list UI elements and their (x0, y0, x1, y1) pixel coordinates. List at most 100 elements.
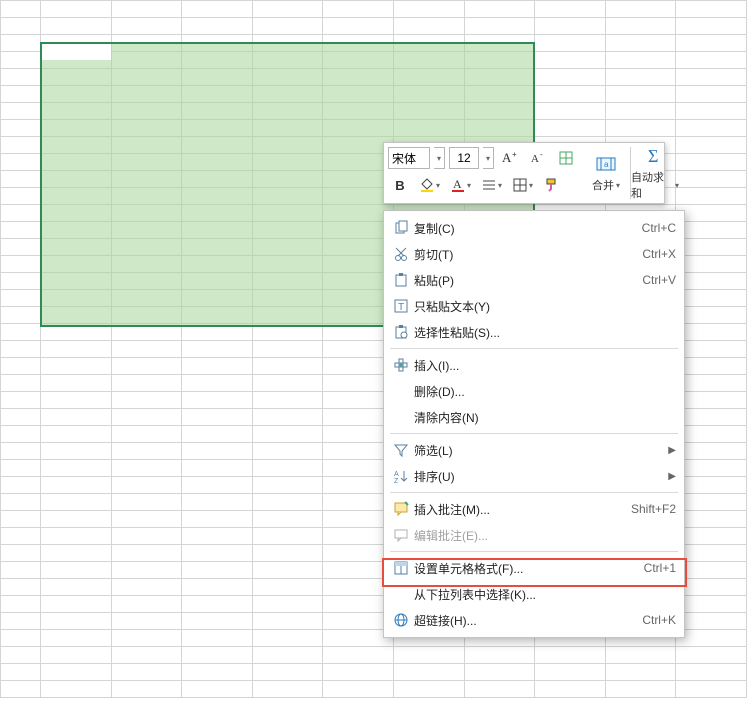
grid-cell[interactable] (41, 460, 112, 477)
grid-cell[interactable] (112, 545, 183, 562)
grid-cell[interactable] (676, 358, 747, 375)
grid-cell[interactable] (676, 35, 747, 52)
grid-cell[interactable] (606, 647, 677, 664)
grid-cell[interactable] (112, 375, 183, 392)
grid-cell[interactable] (182, 613, 253, 630)
grid-cell[interactable] (1, 307, 41, 324)
grid-cell[interactable] (676, 562, 747, 579)
grid-cell[interactable] (1, 120, 41, 137)
grid-cell[interactable] (112, 579, 183, 596)
grid-cell[interactable] (465, 1, 536, 18)
grid-cell[interactable] (112, 562, 183, 579)
fill-color-button[interactable]: ▾ (416, 173, 443, 197)
grid-cell[interactable] (1, 1, 41, 18)
grid-cell[interactable] (676, 18, 747, 35)
grid-cell[interactable] (1, 222, 41, 239)
grid-cell[interactable] (535, 103, 606, 120)
grid-cell[interactable] (112, 613, 183, 630)
grid-cell[interactable] (41, 494, 112, 511)
grid-cell[interactable] (253, 375, 324, 392)
grid-cell[interactable] (1, 358, 41, 375)
menu-item[interactable]: 插入批注(M)...Shift+F2 (384, 496, 684, 522)
grid-cell[interactable] (41, 562, 112, 579)
grid-cell[interactable] (394, 18, 465, 35)
grid-cell[interactable] (182, 1, 253, 18)
grid-cell[interactable] (676, 307, 747, 324)
grid-cell[interactable] (182, 443, 253, 460)
grid-cell[interactable] (41, 18, 112, 35)
font-name-input[interactable] (388, 147, 430, 169)
grid-cell[interactable] (112, 681, 183, 698)
grid-cell[interactable] (676, 494, 747, 511)
grid-cell[interactable] (41, 511, 112, 528)
grid-cell[interactable] (182, 630, 253, 647)
grid-cell[interactable] (676, 545, 747, 562)
grid-cell[interactable] (1, 630, 41, 647)
grid-cell[interactable] (41, 528, 112, 545)
grid-cell[interactable] (1, 579, 41, 596)
grid-cell[interactable] (112, 18, 183, 35)
grid-cell[interactable] (676, 409, 747, 426)
increase-font-button[interactable]: A+ (498, 146, 522, 170)
grid-cell[interactable] (676, 511, 747, 528)
grid-cell[interactable] (253, 477, 324, 494)
grid-cell[interactable] (1, 375, 41, 392)
grid-cell[interactable] (1, 460, 41, 477)
grid-cell[interactable] (535, 681, 606, 698)
grid-cell[interactable] (41, 375, 112, 392)
grid-cell[interactable] (112, 1, 183, 18)
grid-cell[interactable] (182, 664, 253, 681)
grid-cell[interactable] (1, 256, 41, 273)
menu-item[interactable]: 复制(C)Ctrl+C (384, 215, 684, 241)
autosum-button[interactable]: Σ 自动求和▾ (631, 143, 679, 203)
grid-cell[interactable] (1, 103, 41, 120)
border-button[interactable]: ▾ (509, 173, 536, 197)
grid-cell[interactable] (606, 69, 677, 86)
grid-cell[interactable] (676, 596, 747, 613)
grid-cell[interactable] (41, 443, 112, 460)
font-color-button[interactable]: A▾ (447, 173, 474, 197)
grid-cell[interactable] (253, 426, 324, 443)
grid-cell[interactable] (112, 664, 183, 681)
grid-cell[interactable] (676, 324, 747, 341)
grid-cell[interactable] (182, 341, 253, 358)
grid-cell[interactable] (112, 443, 183, 460)
grid-cell[interactable] (112, 647, 183, 664)
grid-cell[interactable] (1, 273, 41, 290)
grid-cell[interactable] (606, 103, 677, 120)
grid-cell[interactable] (182, 579, 253, 596)
grid-cell[interactable] (41, 630, 112, 647)
grid-cell[interactable] (676, 460, 747, 477)
grid-cell[interactable] (676, 52, 747, 69)
grid-cell[interactable] (1, 52, 41, 69)
grid-cell[interactable] (1, 562, 41, 579)
grid-cell[interactable] (41, 341, 112, 358)
grid-cell[interactable] (112, 630, 183, 647)
font-size-dropdown[interactable]: ▾ (483, 147, 494, 169)
grid-cell[interactable] (253, 358, 324, 375)
grid-cell[interactable] (676, 664, 747, 681)
grid-cell[interactable] (253, 1, 324, 18)
grid-cell[interactable] (465, 681, 536, 698)
grid-cell[interactable] (606, 86, 677, 103)
menu-item[interactable]: 删除(D)... (384, 378, 684, 404)
grid-cell[interactable] (1, 392, 41, 409)
grid-cell[interactable] (465, 664, 536, 681)
grid-cell[interactable] (1, 205, 41, 222)
grid-cell[interactable] (182, 426, 253, 443)
grid-cell[interactable] (112, 494, 183, 511)
grid-cell[interactable] (182, 358, 253, 375)
bold-button[interactable]: B (388, 173, 412, 197)
grid-cell[interactable] (676, 290, 747, 307)
grid-cell[interactable] (1, 86, 41, 103)
grid-cell[interactable] (182, 647, 253, 664)
grid-cell[interactable] (253, 18, 324, 35)
grid-cell[interactable] (182, 596, 253, 613)
font-size-input[interactable] (449, 147, 479, 169)
menu-item[interactable]: AZ排序(U)▶ (384, 463, 684, 489)
grid-cell[interactable] (41, 596, 112, 613)
menu-item[interactable]: 粘贴(P)Ctrl+V (384, 267, 684, 293)
grid-cell[interactable] (182, 375, 253, 392)
grid-cell[interactable] (1, 647, 41, 664)
grid-cell[interactable] (676, 86, 747, 103)
